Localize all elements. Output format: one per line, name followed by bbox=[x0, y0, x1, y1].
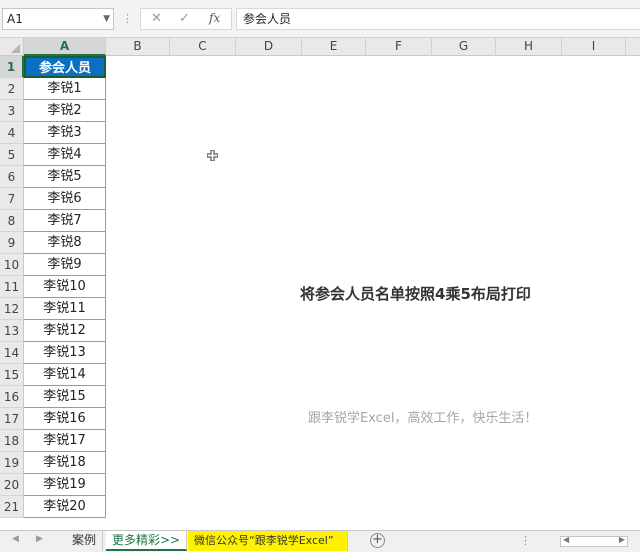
formula-input[interactable]: 参会人员 bbox=[236, 8, 640, 30]
row-header[interactable]: 3 bbox=[0, 100, 24, 122]
cell-cursor-icon bbox=[207, 150, 218, 161]
cell[interactable]: 李锐5 bbox=[24, 166, 106, 188]
cell[interactable]: 李锐3 bbox=[24, 122, 106, 144]
row-header[interactable]: 13 bbox=[0, 320, 24, 342]
cell[interactable]: 李锐12 bbox=[24, 320, 106, 342]
row-header[interactable]: 17 bbox=[0, 408, 24, 430]
cell[interactable]: 李锐11 bbox=[24, 298, 106, 320]
enter-icon[interactable]: ✓ bbox=[179, 11, 190, 26]
cell[interactable]: 李锐4 bbox=[24, 144, 106, 166]
sheet-tab-wechat[interactable]: 微信公众号“跟李锐学Excel” bbox=[188, 531, 348, 551]
cell[interactable]: 李锐10 bbox=[24, 276, 106, 298]
row-header[interactable]: 16 bbox=[0, 386, 24, 408]
cell[interactable]: 李锐15 bbox=[24, 386, 106, 408]
cell[interactable]: 李锐9 bbox=[24, 254, 106, 276]
row-header[interactable]: 14 bbox=[0, 342, 24, 364]
row-header[interactable]: 15 bbox=[0, 364, 24, 386]
cell[interactable]: 李锐13 bbox=[24, 342, 106, 364]
row-header[interactable]: 2 bbox=[0, 78, 24, 100]
cell[interactable]: 李锐2 bbox=[24, 100, 106, 122]
cell[interactable]: 李锐19 bbox=[24, 474, 106, 496]
scroll-left-arrow-icon[interactable]: ◀ bbox=[563, 535, 569, 544]
column-header-a[interactable]: A bbox=[24, 38, 106, 56]
row-header[interactable]: 18 bbox=[0, 430, 24, 452]
horizontal-scrollbar[interactable]: ◀ ▶ bbox=[560, 535, 628, 547]
row-header[interactable]: 4 bbox=[0, 122, 24, 144]
column-header-e[interactable]: E bbox=[302, 38, 366, 56]
cell[interactable]: 李锐16 bbox=[24, 408, 106, 430]
column-header-d[interactable]: D bbox=[236, 38, 302, 56]
formula-bar: A1 ▼ ⋮ ✕ ✓ fx 参会人员 bbox=[0, 0, 640, 38]
column-headers: A B C D E F G H I bbox=[0, 38, 640, 56]
message-subtitle: 跟李锐学Excel，高效工作，快乐生活！ bbox=[308, 411, 538, 426]
select-all-button[interactable] bbox=[0, 38, 24, 56]
row-header[interactable]: 1 bbox=[0, 56, 24, 78]
add-sheet-button[interactable]: + bbox=[370, 533, 385, 548]
insert-function-icon[interactable]: fx bbox=[209, 11, 220, 25]
cancel-icon[interactable]: ✕ bbox=[151, 11, 162, 26]
row-header[interactable]: 9 bbox=[0, 232, 24, 254]
row-header[interactable]: 5 bbox=[0, 144, 24, 166]
cell[interactable]: 李锐17 bbox=[24, 430, 106, 452]
sheet-tab-bar: ◀ ▶ 案例 更多精彩>> 微信公众号“跟李锐学Excel” + ⋮ ◀ ▶ bbox=[0, 530, 640, 552]
message-title: 将参会人员名单按照4乘5布局打印 bbox=[300, 285, 531, 303]
column-header-c[interactable]: C bbox=[170, 38, 236, 56]
sheet-tab-case[interactable]: 案例 bbox=[66, 531, 104, 551]
row-header[interactable]: 10 bbox=[0, 254, 24, 276]
cell[interactable]: 李锐20 bbox=[24, 496, 106, 518]
column-header-h[interactable]: H bbox=[496, 38, 562, 56]
formula-bar-grip-icon: ⋮ bbox=[122, 12, 133, 25]
row-header[interactable]: 12 bbox=[0, 298, 24, 320]
cell-a1[interactable]: 参会人员 bbox=[24, 56, 106, 78]
cell[interactable]: 李锐7 bbox=[24, 210, 106, 232]
chevron-down-icon[interactable]: ▼ bbox=[103, 9, 110, 29]
scroll-right-icon[interactable]: ▶ bbox=[36, 534, 43, 544]
row-header[interactable]: 20 bbox=[0, 474, 24, 496]
sheet-tab-more[interactable]: 更多精彩>> bbox=[106, 531, 188, 551]
name-box[interactable]: A1 ▼ bbox=[2, 8, 114, 30]
column-header-f[interactable]: F bbox=[366, 38, 432, 56]
scroll-right-arrow-icon[interactable]: ▶ bbox=[619, 535, 625, 544]
row-header[interactable]: 19 bbox=[0, 452, 24, 474]
cell[interactable]: 李锐6 bbox=[24, 188, 106, 210]
row-header[interactable]: 6 bbox=[0, 166, 24, 188]
formula-buttons: ✕ ✓ fx bbox=[140, 8, 232, 30]
cell[interactable]: 李锐8 bbox=[24, 232, 106, 254]
cell[interactable]: 李锐14 bbox=[24, 364, 106, 386]
column-header-g[interactable]: G bbox=[432, 38, 496, 56]
name-box-value: A1 bbox=[7, 12, 23, 26]
more-options-icon[interactable]: ⋮ bbox=[520, 534, 531, 547]
cell[interactable]: 李锐18 bbox=[24, 452, 106, 474]
cell[interactable]: 李锐1 bbox=[24, 78, 106, 100]
column-header-b[interactable]: B bbox=[106, 38, 170, 56]
row-header[interactable]: 21 bbox=[0, 496, 24, 518]
row-header[interactable]: 8 bbox=[0, 210, 24, 232]
scroll-left-icon[interactable]: ◀ bbox=[12, 534, 19, 544]
column-header-i[interactable]: I bbox=[562, 38, 626, 56]
row-header[interactable]: 11 bbox=[0, 276, 24, 298]
row-header[interactable]: 7 bbox=[0, 188, 24, 210]
